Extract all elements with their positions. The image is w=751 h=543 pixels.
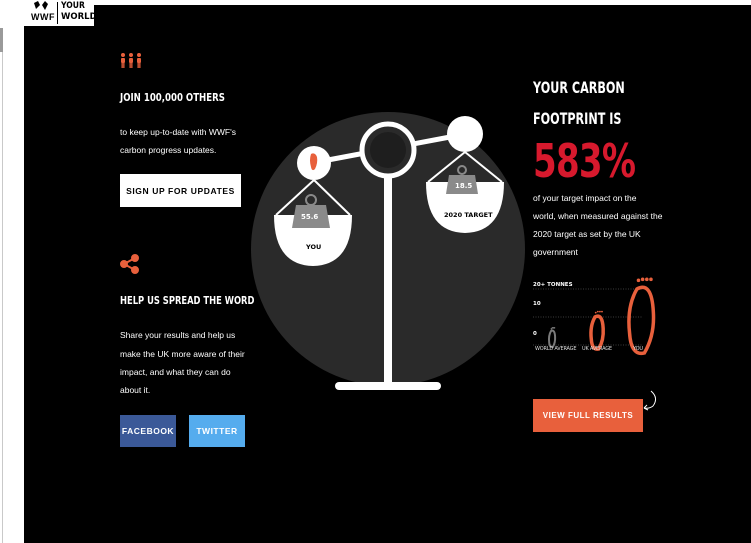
xtick-uk-average: UK AVERAGE [582,346,612,352]
panda-icon [34,1,48,10]
people-icon [121,53,141,68]
result-desc-line1: of your target impact on the [533,193,637,203]
logo-line1: YOUR [61,1,85,11]
share-icon [120,254,139,274]
scale-pole [384,168,392,385]
share-text-line1: Share your results and help us [120,330,236,340]
footprint-toe [636,278,641,283]
scale-base [335,382,441,390]
sign-up-button[interactable]: SIGN UP FOR UPDATES [120,174,241,207]
you-weight-value: 55.6 [301,213,319,221]
view-full-results-button[interactable]: VIEW FULL RESULTS [533,399,643,432]
share-text-line4: about it. [120,385,151,395]
logo-line2: WORLD [61,12,97,22]
result-desc-line4: government [533,247,578,257]
footprint-toe [553,327,556,329]
xtick-you: YOU [633,346,643,352]
target-pivot [447,116,483,152]
result-desc-line3: 2020 target as set by the UK [533,229,641,239]
scale-pivot-inner [370,132,406,168]
footprint-toe [640,277,645,282]
ytick-zero: 0 [533,331,537,337]
target-weight-value: 18.5 [455,182,473,190]
footprint-toe [649,277,653,282]
ytick-mid: 10 [533,301,541,307]
footprint-toe [645,277,649,282]
logo-divider [57,2,58,24]
result-desc-line2: world, when measured against the [533,211,663,221]
scrollbar-thumb[interactable] [0,28,3,52]
footprint-toe [594,311,597,314]
twitter-button[interactable]: TWITTER [189,415,245,447]
left-window-edge [0,0,4,543]
footprint-toe [596,310,599,313]
join-text-line1: to keep up-to-date with WWF's [120,127,236,137]
footprint-toe [599,310,601,313]
footprint-bar [627,285,656,356]
join-text-line2: carbon progress updates. [120,145,217,155]
curved-arrow-icon [643,390,657,411]
result-heading-line2: FOOTPRINT IS [533,109,622,128]
share-text-line3: impact, and what they can do [120,367,231,377]
you-label: YOU [306,243,322,251]
xtick-world-average: WORLD AVERAGE [535,346,577,352]
target-label: 2020 TARGET [444,211,493,219]
facebook-button[interactable]: FACEBOOK [120,415,176,447]
share-heading: HELP US SPREAD THE WORD [120,294,255,307]
carbon-percent: 583% [533,134,636,188]
ytick-top: 20+ TONNES [533,282,573,288]
footprint-bar [547,329,557,349]
share-text-line2: make the UK more aware of their [120,349,245,359]
join-heading: JOIN 100,000 OTHERS [120,91,225,104]
footprint-toe [601,310,603,313]
result-heading-line1: YOUR CARBON [533,78,625,97]
logo-brand: WWF [31,12,55,22]
footprint-bar [589,314,606,351]
wwf-your-world-logo[interactable]: WWF YOUR WORLD [24,0,97,26]
window-border [2,52,3,543]
